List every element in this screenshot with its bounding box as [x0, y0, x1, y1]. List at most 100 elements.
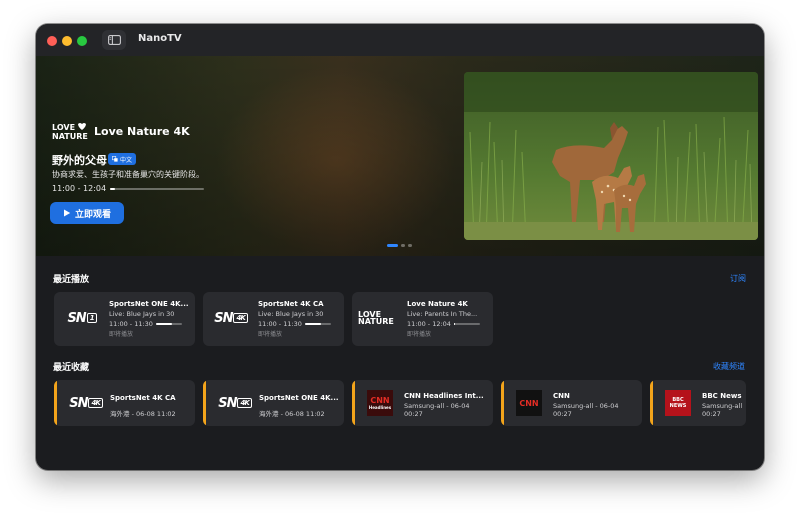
card-channel-name: CNN Headlines Int...: [404, 392, 484, 400]
sportsnet-logo: SN 4K: [218, 396, 252, 411]
channel-logo-box: CNN: [509, 388, 549, 418]
favorite-accent-bar: [650, 380, 653, 426]
favorite-card[interactable]: CNN Headlines CNN Headlines Int... Samsung-…: [352, 380, 493, 426]
app-title: NanoTV: [138, 33, 182, 44]
language-badge: 中文: [108, 153, 137, 165]
hero-banner[interactable]: LOVE NATURE Love Nature 4K 野外的父母 中文 协商求爱…: [36, 56, 764, 256]
app-window: NanoTV LOVE NATURE Love Nature 4K 野外的父母 …: [36, 24, 764, 470]
svg-text:LOVE: LOVE: [52, 123, 75, 132]
channel-logo-box: LOVE NATURE: [358, 302, 402, 334]
logo-text: CNN: [519, 398, 539, 408]
logo-badge: 4K: [233, 313, 248, 323]
carousel-dot[interactable]: [408, 244, 412, 247]
title-bar: NanoTV: [36, 24, 764, 56]
channel-logo-box: CNN Headlines: [360, 388, 400, 418]
cnn-headlines-logo: CNN Headlines: [367, 390, 393, 416]
zoom-window-button[interactable]: [77, 36, 87, 46]
card-progress-bar: [305, 323, 331, 325]
watch-now-label: 立即观看: [74, 209, 111, 220]
favorite-channels-link[interactable]: 收藏频道: [713, 361, 745, 372]
card-program: Live: Parents In The...: [407, 310, 478, 318]
sidebar-icon: [107, 35, 121, 45]
carousel-dot[interactable]: [387, 244, 398, 247]
card-source: Samsung-all: [702, 402, 743, 410]
carousel-dot[interactable]: [401, 244, 405, 247]
channel-logo-box: SN 4K: [62, 388, 110, 418]
card-time: 11:00 - 11:30: [258, 320, 302, 328]
sportsnet-logo: SN 1: [67, 310, 97, 326]
recent-card[interactable]: LOVE NATURE Love Nature 4K Live: Parents I…: [352, 292, 493, 346]
hero-deer-image: [464, 72, 758, 240]
hero-progress-bar: [110, 188, 204, 190]
favorite-card[interactable]: SN 4K SportsNet 4K CA 海外港 - 06-08 11:02: [54, 380, 195, 426]
card-time: 00:27: [702, 410, 721, 418]
card-channel-name: CNN: [553, 392, 570, 400]
card-channel-name: SportsNet ONE 4K...: [259, 394, 339, 402]
card-source: Samsung-all - 06-04: [553, 402, 619, 410]
channel-logo-box: SN 4K: [209, 302, 253, 334]
card-channel-name: Love Nature 4K: [407, 300, 468, 308]
play-icon: [63, 209, 71, 217]
favorite-accent-bar: [352, 380, 355, 426]
favorite-card[interactable]: SN 4K SportsNet ONE 4K... 海外港 - 06-08 11:02: [203, 380, 344, 426]
hero-program-title: 野外的父母: [52, 154, 107, 167]
channel-logo-box: SN 1: [60, 302, 104, 334]
sidebar-toggle-button[interactable]: [102, 30, 126, 50]
card-progress-bar: [156, 323, 182, 325]
logo-text: SN: [218, 395, 237, 411]
sportsnet-logo: SN 4K: [214, 311, 248, 326]
language-badge-label: 中文: [120, 156, 133, 164]
cnn-logo: CNN: [516, 390, 542, 416]
favorite-accent-bar: [203, 380, 206, 426]
favorite-accent-bar: [54, 380, 57, 426]
love-nature-logo: LOVE NATURE: [52, 122, 90, 141]
svg-text:NATURE: NATURE: [52, 132, 88, 140]
card-channel-name: SportsNet 4K CA: [258, 300, 324, 308]
card-channel-name: SportsNet 4K CA: [110, 394, 176, 402]
hero-channel-name: Love Nature 4K: [94, 125, 190, 138]
favorites-section-title: 最近收藏: [53, 363, 90, 373]
translate-icon: [112, 156, 118, 162]
logo-text: SN: [214, 310, 233, 326]
hero-program-time: 11:00 - 12:04: [52, 184, 107, 193]
card-time: 00:27: [404, 410, 423, 418]
recent-card[interactable]: SN 1 SportsNet ONE 4K... Live: Blue Jays in…: [54, 292, 195, 346]
close-window-button[interactable]: [47, 36, 57, 46]
sportsnet-logo: SN 4K: [69, 396, 103, 411]
favorite-card[interactable]: CNN CNN Samsung-all - 06-04 00:27: [501, 380, 642, 426]
card-program: Live: Blue Jays in 30: [258, 310, 324, 318]
card-progress-bar: [454, 323, 480, 325]
logo-text: CNN: [370, 395, 390, 405]
carousel-indicator[interactable]: [387, 244, 412, 247]
channel-logo-box: SN 4K: [211, 388, 259, 418]
hero-program-description: 协商求爱、生孩子和准备巢穴的关键阶段。: [52, 170, 204, 179]
card-time: 11:00 - 12:04: [407, 320, 451, 328]
logo-caption: NEWS: [669, 403, 687, 409]
bbc-news-logo: BBC NEWS: [665, 390, 691, 416]
logo-text: SN: [69, 395, 88, 411]
watch-now-button[interactable]: 立即观看: [50, 202, 124, 224]
logo-text: SN: [67, 310, 86, 326]
card-status: 即将播放: [258, 331, 283, 338]
card-channel-name: SportsNet ONE 4K...: [109, 300, 189, 308]
minimize-window-button[interactable]: [62, 36, 72, 46]
card-source: 海外港 - 06-08 11:02: [110, 410, 176, 418]
recent-section-title: 最近播放: [53, 275, 90, 285]
card-channel-name: BBC News: [702, 392, 742, 400]
channel-logo-box: BBC NEWS: [658, 388, 698, 418]
subscribe-link[interactable]: 订阅: [730, 273, 746, 284]
logo-badge: 4K: [88, 398, 103, 408]
recent-card[interactable]: SN 4K SportsNet 4K CA Live: Blue Jays in 30…: [203, 292, 344, 346]
favorite-card[interactable]: BBC NEWS BBC News Samsung-all 00:27: [650, 380, 746, 426]
card-status: 即将播放: [109, 331, 134, 338]
card-time: 00:27: [553, 410, 572, 418]
card-status: 即将播放: [407, 331, 432, 338]
love-nature-logo: LOVE NATURE: [358, 310, 394, 326]
card-program: Live: Blue Jays in 30: [109, 310, 175, 318]
favorite-accent-bar: [501, 380, 504, 426]
logo-badge: 1: [86, 313, 97, 323]
logo-badge: 4K: [237, 398, 252, 408]
card-time: 11:00 - 11:30: [109, 320, 153, 328]
card-source: 海外港 - 06-08 11:02: [259, 410, 325, 418]
logo-caption: Headlines: [368, 404, 392, 410]
